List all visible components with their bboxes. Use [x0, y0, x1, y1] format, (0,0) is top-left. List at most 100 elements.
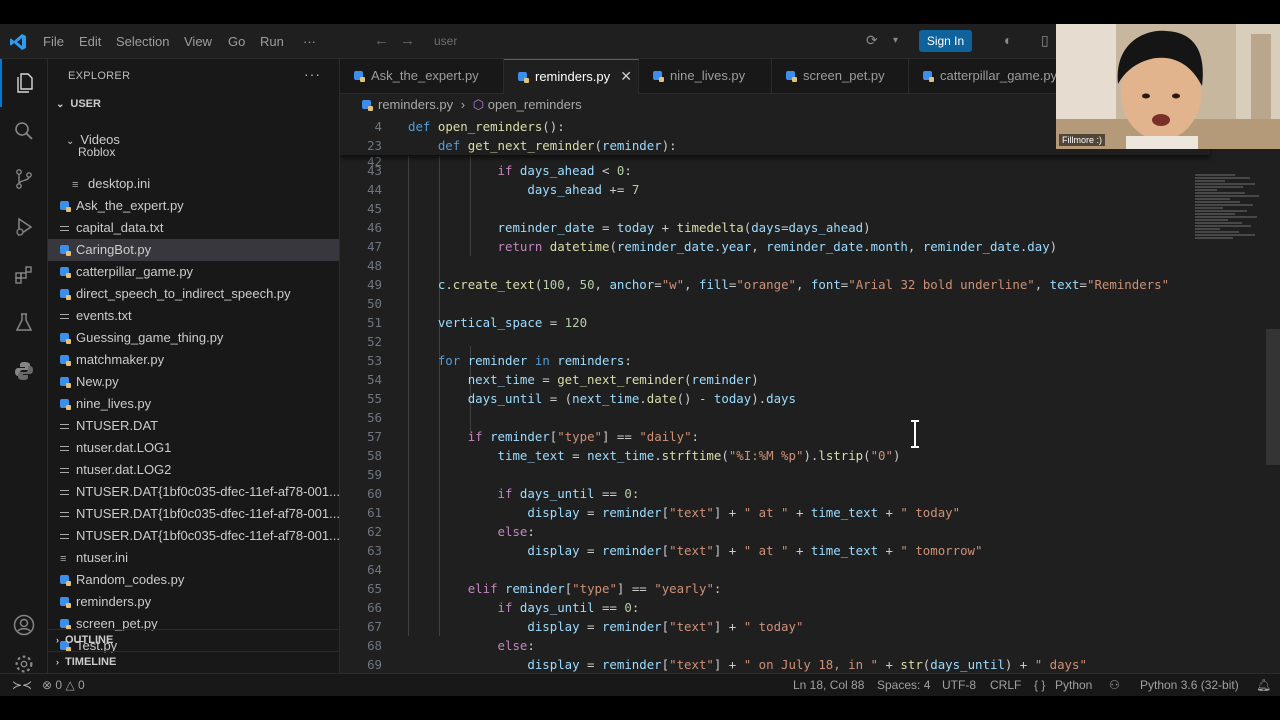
file-tree-item[interactable]: NTUSER.DAT{1bf0c035-dfec-11ef-af78-001..…	[48, 503, 339, 525]
code-line[interactable]: 47 return datetime(reminder_date.year, r…	[340, 237, 1210, 256]
status-bar: ≻≺ ⊗ 0 △ 0 Ln 18, Col 88 Spaces: 4 UTF-8…	[0, 673, 1280, 696]
code-line[interactable]: 54 next_time = get_next_reminder(reminde…	[340, 370, 1210, 389]
editor-scrollbar[interactable]	[1266, 329, 1280, 465]
tab-screen-pet[interactable]: screen_pet.py	[772, 59, 909, 94]
code-line[interactable]: 55 days_until = (next_time.date() - toda…	[340, 389, 1210, 408]
breadcrumb-symbol[interactable]: open_reminders	[488, 97, 582, 112]
code-line[interactable]: 56	[340, 408, 1210, 427]
file-tree-item[interactable]: Ask_the_expert.py	[48, 195, 339, 217]
menu-go[interactable]: Go	[228, 34, 245, 49]
notifications-bell-icon[interactable]: 🔔︎	[1256, 678, 1271, 692]
file-tree-item[interactable]: Roblox	[48, 145, 339, 159]
copilot-status-icon[interactable]: ⚇	[1109, 678, 1120, 692]
braces-icon[interactable]: { }	[1034, 678, 1045, 692]
extensions-icon[interactable]	[0, 251, 48, 299]
forward-arrow-icon[interactable]: →	[400, 32, 415, 49]
code-line[interactable]: 58 time_text = next_time.strftime("%I:%M…	[340, 446, 1210, 465]
line-number: 59	[367, 467, 382, 482]
file-tree-item[interactable]: NTUSER.DAT{1bf0c035-dfec-11ef-af78-001..…	[48, 481, 339, 503]
file-tree-item[interactable]: ntuser.dat.LOG1	[48, 437, 339, 459]
code-line[interactable]: 49 c.create_text(100, 50, anchor="w", fi…	[340, 275, 1210, 294]
python-interpreter[interactable]: Python 3.6 (32-bit)	[1140, 678, 1239, 692]
file-tree-item[interactable]: events.txt	[48, 305, 339, 327]
code-line[interactable]: 57 if reminder["type"] == "daily":	[340, 427, 1210, 446]
tab-ask-the-expert[interactable]: Ask_the_expert.py	[340, 59, 504, 94]
code-line[interactable]: 68 else:	[340, 636, 1210, 655]
search-icon[interactable]	[0, 107, 48, 155]
webcam-video	[1056, 24, 1280, 149]
code-line[interactable]: 66 if days_until == 0:	[340, 598, 1210, 617]
menu-selection[interactable]: Selection	[116, 34, 169, 49]
menu-more[interactable]: ···	[303, 34, 316, 49]
cursor-position[interactable]: Ln 18, Col 88	[793, 678, 864, 692]
code-line[interactable]: 60 if days_until == 0:	[340, 484, 1210, 503]
indentation[interactable]: Spaces: 4	[877, 678, 930, 692]
python-icon[interactable]	[0, 347, 48, 395]
outline-section[interactable]: › OUTLINE	[48, 629, 339, 651]
code-line[interactable]: 46 reminder_date = today + timedelta(day…	[340, 218, 1210, 237]
file-tree-item[interactable]: ≡ desktop.ini	[48, 173, 339, 195]
code-line[interactable]: 64	[340, 560, 1210, 579]
layout-icon[interactable]: ▯	[1041, 32, 1049, 49]
minimap[interactable]	[1195, 174, 1270, 264]
more-actions-icon[interactable]: ···	[304, 66, 321, 82]
sign-in-button[interactable]: Sign In	[919, 30, 972, 52]
file-tree-item[interactable]: ntuser.dat.LOG2	[48, 459, 339, 481]
file-tree-item[interactable]: ≡ ntuser.ini	[48, 547, 339, 569]
file-tree-item[interactable]: direct_speech_to_indirect_speech.py	[48, 283, 339, 305]
menu-view[interactable]: View	[184, 34, 212, 49]
code-line[interactable]: 44 days_ahead += 7	[340, 180, 1210, 199]
code-line[interactable]: 61 display = reminder["text"] + " at " +…	[340, 503, 1210, 522]
file-tree-item[interactable]: NTUSER.DAT{1bf0c035-dfec-11ef-af78-001..…	[48, 525, 339, 547]
file-tree-item[interactable]: nine_lives.py	[48, 393, 339, 415]
run-debug-icon[interactable]	[0, 203, 48, 251]
menu-edit[interactable]: Edit	[79, 34, 101, 49]
code-line[interactable]: 67 display = reminder["text"] + " today"	[340, 617, 1210, 636]
code-line[interactable]: 69 display = reminder["text"] + " on Jul…	[340, 655, 1210, 673]
menu-file[interactable]: File	[43, 34, 64, 49]
timeline-section[interactable]: › TIMELINE	[48, 651, 339, 673]
language-mode[interactable]: Python	[1055, 678, 1092, 692]
file-tree-item[interactable]: catterpillar_game.py	[48, 261, 339, 283]
file-tree-item[interactable]: CaringBot.py	[48, 239, 339, 261]
code-line[interactable]: 59	[340, 465, 1210, 484]
file-tree-item[interactable]: capital_data.txt	[48, 217, 339, 239]
close-icon[interactable]: ✕	[620, 68, 632, 85]
code-line[interactable]: 62 else:	[340, 522, 1210, 541]
tab-reminders[interactable]: reminders.py ✕	[504, 59, 639, 94]
remote-icon[interactable]: ≻≺	[12, 678, 32, 692]
tab-nine-lives[interactable]: nine_lives.py	[639, 59, 772, 94]
end-of-line[interactable]: CRLF	[990, 678, 1021, 692]
code-line[interactable]: 63 display = reminder["text"] + " at " +…	[340, 541, 1210, 560]
chevron-down-icon[interactable]: ▾	[893, 35, 898, 46]
account-icon[interactable]	[0, 601, 48, 649]
command-center-search[interactable]: user	[426, 30, 856, 52]
code-line[interactable]: 43 if days_ahead < 0:	[340, 161, 1210, 180]
code-editor[interactable]: 42 43 if days_ahead < 0: 44 days_ahead += …	[340, 116, 1280, 673]
file-tree-item[interactable]: Guessing_game_thing.py	[48, 327, 339, 349]
copilot-icon[interactable]: ⟳	[866, 32, 878, 49]
workspace-root-user[interactable]: ⌄ USER	[48, 94, 339, 116]
explorer-icon[interactable]	[0, 59, 48, 107]
code-line[interactable]: 65 elif reminder["type"] == "yearly":	[340, 579, 1210, 598]
file-tree-item[interactable]: reminders.py	[48, 591, 339, 613]
line-number: 69	[367, 657, 382, 672]
testing-flask-icon[interactable]	[0, 299, 48, 347]
accounts-icon[interactable]: ◐	[1004, 32, 1012, 48]
code-line[interactable]: 51 vertical_space = 120	[340, 313, 1210, 332]
source-control-icon[interactable]	[0, 155, 48, 203]
file-tree-item[interactable]: Random_codes.py	[48, 569, 339, 591]
breadcrumb-file[interactable]: reminders.py	[378, 97, 453, 112]
code-line[interactable]: 50	[340, 294, 1210, 313]
file-tree-item[interactable]: matchmaker.py	[48, 349, 339, 371]
code-line[interactable]: 52	[340, 332, 1210, 351]
menu-run[interactable]: Run	[260, 34, 284, 49]
file-tree-item[interactable]: New.py	[48, 371, 339, 393]
encoding[interactable]: UTF-8	[942, 678, 976, 692]
back-arrow-icon[interactable]: ←	[374, 32, 389, 49]
code-line[interactable]: 48	[340, 256, 1210, 275]
code-line[interactable]: 53 for reminder in reminders:	[340, 351, 1210, 370]
problems-indicator[interactable]: ⊗ 0 △ 0	[42, 678, 85, 692]
file-tree-item[interactable]: NTUSER.DAT	[48, 415, 339, 437]
code-line[interactable]: 45	[340, 199, 1210, 218]
